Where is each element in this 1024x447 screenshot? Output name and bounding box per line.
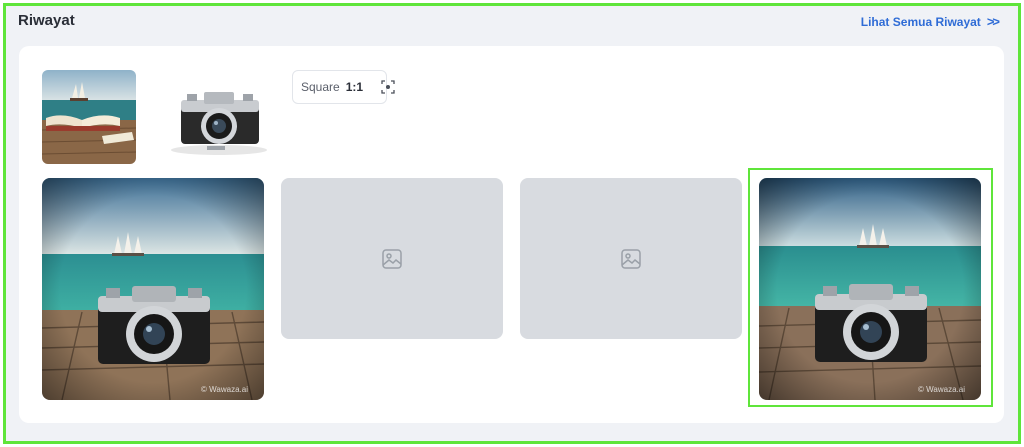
see-all-label: Lihat Semua Riwayat <box>860 14 981 29</box>
section-title: Riwayat <box>18 12 75 29</box>
generated-image-4[interactable]: © Wawaza.ai <box>759 178 981 400</box>
aspect-ratio-selector[interactable]: Square 1:1 <box>292 70 395 104</box>
generated-image-3-placeholder <box>520 178 742 339</box>
see-all-history-link[interactable]: Lihat Semua Riwayat >> <box>860 14 1000 29</box>
history-panel: Riwayat Lihat Semua Riwayat >> Square 1:… <box>3 3 1021 444</box>
reference-image-camera[interactable] <box>159 70 279 164</box>
watermark-text: © Wawaza.ai <box>918 385 965 394</box>
history-card: Square 1:1 © Wawaza.ai © Wawaza.ai <box>19 46 1004 423</box>
generated-image-2-placeholder <box>281 178 503 339</box>
double-chevron-right-icon: >> <box>986 14 1000 29</box>
aspect-ratio-label: Square <box>301 80 340 94</box>
reference-image-scene[interactable] <box>42 70 136 164</box>
generated-image-1[interactable]: © Wawaza.ai <box>42 178 264 400</box>
image-placeholder-icon <box>619 247 643 271</box>
image-placeholder-icon <box>380 247 404 271</box>
watermark-text: © Wawaza.ai <box>201 385 248 394</box>
aspect-ratio-value: 1:1 <box>345 80 364 94</box>
focus-frame-icon <box>381 80 395 94</box>
